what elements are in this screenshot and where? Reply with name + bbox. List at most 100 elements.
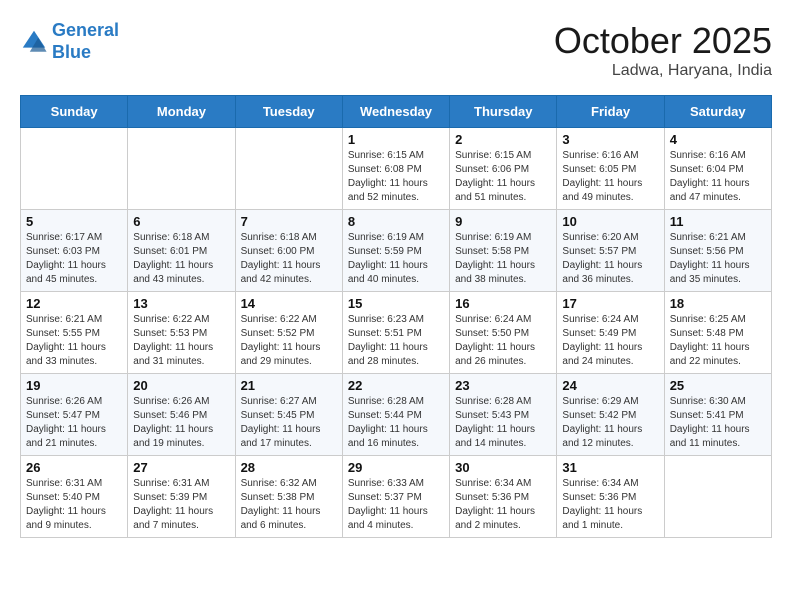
- day-info: Sunrise: 6:30 AM Sunset: 5:41 PM Dayligh…: [670, 395, 766, 451]
- day-info: Sunrise: 6:34 AM Sunset: 5:36 PM Dayligh…: [455, 477, 551, 533]
- day-number: 13: [133, 296, 229, 311]
- calendar-cell: [235, 128, 342, 210]
- calendar-cell: 27Sunrise: 6:31 AM Sunset: 5:39 PM Dayli…: [128, 456, 235, 538]
- month-title: October 2025: [554, 20, 772, 62]
- day-info: Sunrise: 6:19 AM Sunset: 5:58 PM Dayligh…: [455, 231, 551, 287]
- weekday-header-monday: Monday: [128, 96, 235, 128]
- day-info: Sunrise: 6:25 AM Sunset: 5:48 PM Dayligh…: [670, 313, 766, 369]
- day-info: Sunrise: 6:20 AM Sunset: 5:57 PM Dayligh…: [562, 231, 658, 287]
- day-info: Sunrise: 6:28 AM Sunset: 5:43 PM Dayligh…: [455, 395, 551, 451]
- day-number: 3: [562, 132, 658, 147]
- weekday-header-row: SundayMondayTuesdayWednesdayThursdayFrid…: [21, 96, 772, 128]
- day-number: 27: [133, 460, 229, 475]
- day-number: 15: [348, 296, 444, 311]
- calendar-cell: 20Sunrise: 6:26 AM Sunset: 5:46 PM Dayli…: [128, 374, 235, 456]
- day-number: 14: [241, 296, 337, 311]
- day-number: 11: [670, 214, 766, 229]
- calendar-cell: 12 Sunrise: 6:21 AM Sunset: 5:55 PM Dayli…: [21, 292, 128, 374]
- logo: General Blue: [20, 20, 119, 63]
- day-number: 1: [348, 132, 444, 147]
- title-section: October 2025 Ladwa, Haryana, India: [554, 20, 772, 80]
- calendar-cell: 14 Sunrise: 6:22 AM Sunset: 5:52 PM Dayli…: [235, 292, 342, 374]
- calendar-cell: 15 Sunrise: 6:23 AM Sunset: 5:51 PM Dayli…: [342, 292, 449, 374]
- day-number: 19: [26, 378, 122, 393]
- calendar-cell: 8 Sunrise: 6:19 AM Sunset: 5:59 PM Daylig…: [342, 210, 449, 292]
- calendar-table: SundayMondayTuesdayWednesdayThursdayFrid…: [20, 95, 772, 538]
- page-header: General Blue October 2025 Ladwa, Haryana…: [20, 20, 772, 80]
- calendar-cell: 16Sunrise: 6:24 AM Sunset: 5:50 PM Dayli…: [450, 292, 557, 374]
- day-info: Sunrise: 6:15 AM Sunset: 6:06 PM Dayligh…: [455, 149, 551, 205]
- calendar-cell: 18 Sunrise: 6:25 AM Sunset: 5:48 PM Dayli…: [664, 292, 771, 374]
- day-info: Sunrise: 6:17 AM Sunset: 6:03 PM Dayligh…: [26, 231, 122, 287]
- day-info: Sunrise: 6:21 AM Sunset: 5:56 PM Dayligh…: [670, 231, 766, 287]
- day-number: 12: [26, 296, 122, 311]
- calendar-cell: 28 Sunrise: 6:32 AM Sunset: 5:38 PM Dayli…: [235, 456, 342, 538]
- calendar-cell: 7Sunrise: 6:18 AM Sunset: 6:00 PM Daylig…: [235, 210, 342, 292]
- day-info: Sunrise: 6:18 AM Sunset: 6:01 PM Dayligh…: [133, 231, 229, 287]
- calendar-cell: 6Sunrise: 6:18 AM Sunset: 6:01 PM Daylig…: [128, 210, 235, 292]
- day-info: Sunrise: 6:28 AM Sunset: 5:44 PM Dayligh…: [348, 395, 444, 451]
- day-number: 7: [241, 214, 337, 229]
- day-number: 10: [562, 214, 658, 229]
- day-info: Sunrise: 6:29 AM Sunset: 5:42 PM Dayligh…: [562, 395, 658, 451]
- calendar-cell: 3 Sunrise: 6:16 AM Sunset: 6:05 PM Daylig…: [557, 128, 664, 210]
- calendar-cell: 30 Sunrise: 6:34 AM Sunset: 5:36 PM Dayli…: [450, 456, 557, 538]
- calendar-cell: 22Sunrise: 6:28 AM Sunset: 5:44 PM Dayli…: [342, 374, 449, 456]
- calendar-cell: [664, 456, 771, 538]
- logo-text: General Blue: [52, 20, 119, 63]
- weekday-header-tuesday: Tuesday: [235, 96, 342, 128]
- day-number: 28: [241, 460, 337, 475]
- calendar-cell: 19Sunrise: 6:26 AM Sunset: 5:47 PM Dayli…: [21, 374, 128, 456]
- day-info: Sunrise: 6:16 AM Sunset: 6:05 PM Dayligh…: [562, 149, 658, 205]
- day-info: Sunrise: 6:19 AM Sunset: 5:59 PM Dayligh…: [348, 231, 444, 287]
- calendar-cell: 2 Sunrise: 6:15 AM Sunset: 6:06 PM Daylig…: [450, 128, 557, 210]
- day-info: Sunrise: 6:27 AM Sunset: 5:45 PM Dayligh…: [241, 395, 337, 451]
- day-info: Sunrise: 6:26 AM Sunset: 5:46 PM Dayligh…: [133, 395, 229, 451]
- calendar-cell: 24 Sunrise: 6:29 AM Sunset: 5:42 PM Dayli…: [557, 374, 664, 456]
- calendar-cell: 26 Sunrise: 6:31 AM Sunset: 5:40 PM Dayli…: [21, 456, 128, 538]
- weekday-header-sunday: Sunday: [21, 96, 128, 128]
- day-number: 5: [26, 214, 122, 229]
- day-info: Sunrise: 6:33 AM Sunset: 5:37 PM Dayligh…: [348, 477, 444, 533]
- calendar-week-5: 26 Sunrise: 6:31 AM Sunset: 5:40 PM Dayli…: [21, 456, 772, 538]
- calendar-week-3: 12 Sunrise: 6:21 AM Sunset: 5:55 PM Dayli…: [21, 292, 772, 374]
- day-info: Sunrise: 6:22 AM Sunset: 5:52 PM Dayligh…: [241, 313, 337, 369]
- calendar-cell: 11 Sunrise: 6:21 AM Sunset: 5:56 PM Dayli…: [664, 210, 771, 292]
- day-info: Sunrise: 6:24 AM Sunset: 5:50 PM Dayligh…: [455, 313, 551, 369]
- calendar-cell: 9Sunrise: 6:19 AM Sunset: 5:58 PM Daylig…: [450, 210, 557, 292]
- day-info: Sunrise: 6:23 AM Sunset: 5:51 PM Dayligh…: [348, 313, 444, 369]
- calendar-cell: 10 Sunrise: 6:20 AM Sunset: 5:57 PM Dayli…: [557, 210, 664, 292]
- day-info: Sunrise: 6:32 AM Sunset: 5:38 PM Dayligh…: [241, 477, 337, 533]
- logo-line2: Blue: [52, 42, 91, 62]
- day-number: 23: [455, 378, 551, 393]
- calendar-week-1: 1 Sunrise: 6:15 AM Sunset: 6:08 PM Daylig…: [21, 128, 772, 210]
- day-number: 4: [670, 132, 766, 147]
- logo-icon: [20, 28, 48, 56]
- logo-line1: General: [52, 20, 119, 40]
- day-info: Sunrise: 6:24 AM Sunset: 5:49 PM Dayligh…: [562, 313, 658, 369]
- day-number: 25: [670, 378, 766, 393]
- weekday-header-saturday: Saturday: [664, 96, 771, 128]
- day-info: Sunrise: 6:34 AM Sunset: 5:36 PM Dayligh…: [562, 477, 658, 533]
- day-number: 8: [348, 214, 444, 229]
- calendar-cell: 4Sunrise: 6:16 AM Sunset: 6:04 PM Daylig…: [664, 128, 771, 210]
- day-number: 26: [26, 460, 122, 475]
- calendar-cell: [21, 128, 128, 210]
- day-info: Sunrise: 6:21 AM Sunset: 5:55 PM Dayligh…: [26, 313, 122, 369]
- day-info: Sunrise: 6:22 AM Sunset: 5:53 PM Dayligh…: [133, 313, 229, 369]
- day-number: 2: [455, 132, 551, 147]
- day-number: 18: [670, 296, 766, 311]
- day-number: 30: [455, 460, 551, 475]
- weekday-header-friday: Friday: [557, 96, 664, 128]
- calendar-cell: 25 Sunrise: 6:30 AM Sunset: 5:41 PM Dayli…: [664, 374, 771, 456]
- location-subtitle: Ladwa, Haryana, India: [554, 62, 772, 80]
- calendar-cell: 23 Sunrise: 6:28 AM Sunset: 5:43 PM Dayli…: [450, 374, 557, 456]
- day-number: 31: [562, 460, 658, 475]
- calendar-cell: [128, 128, 235, 210]
- calendar-cell: 31 Sunrise: 6:34 AM Sunset: 5:36 PM Dayli…: [557, 456, 664, 538]
- day-info: Sunrise: 6:31 AM Sunset: 5:40 PM Dayligh…: [26, 477, 122, 533]
- calendar-week-2: 5 Sunrise: 6:17 AM Sunset: 6:03 PM Daylig…: [21, 210, 772, 292]
- day-info: Sunrise: 6:15 AM Sunset: 6:08 PM Dayligh…: [348, 149, 444, 205]
- day-number: 24: [562, 378, 658, 393]
- calendar-cell: 21Sunrise: 6:27 AM Sunset: 5:45 PM Dayli…: [235, 374, 342, 456]
